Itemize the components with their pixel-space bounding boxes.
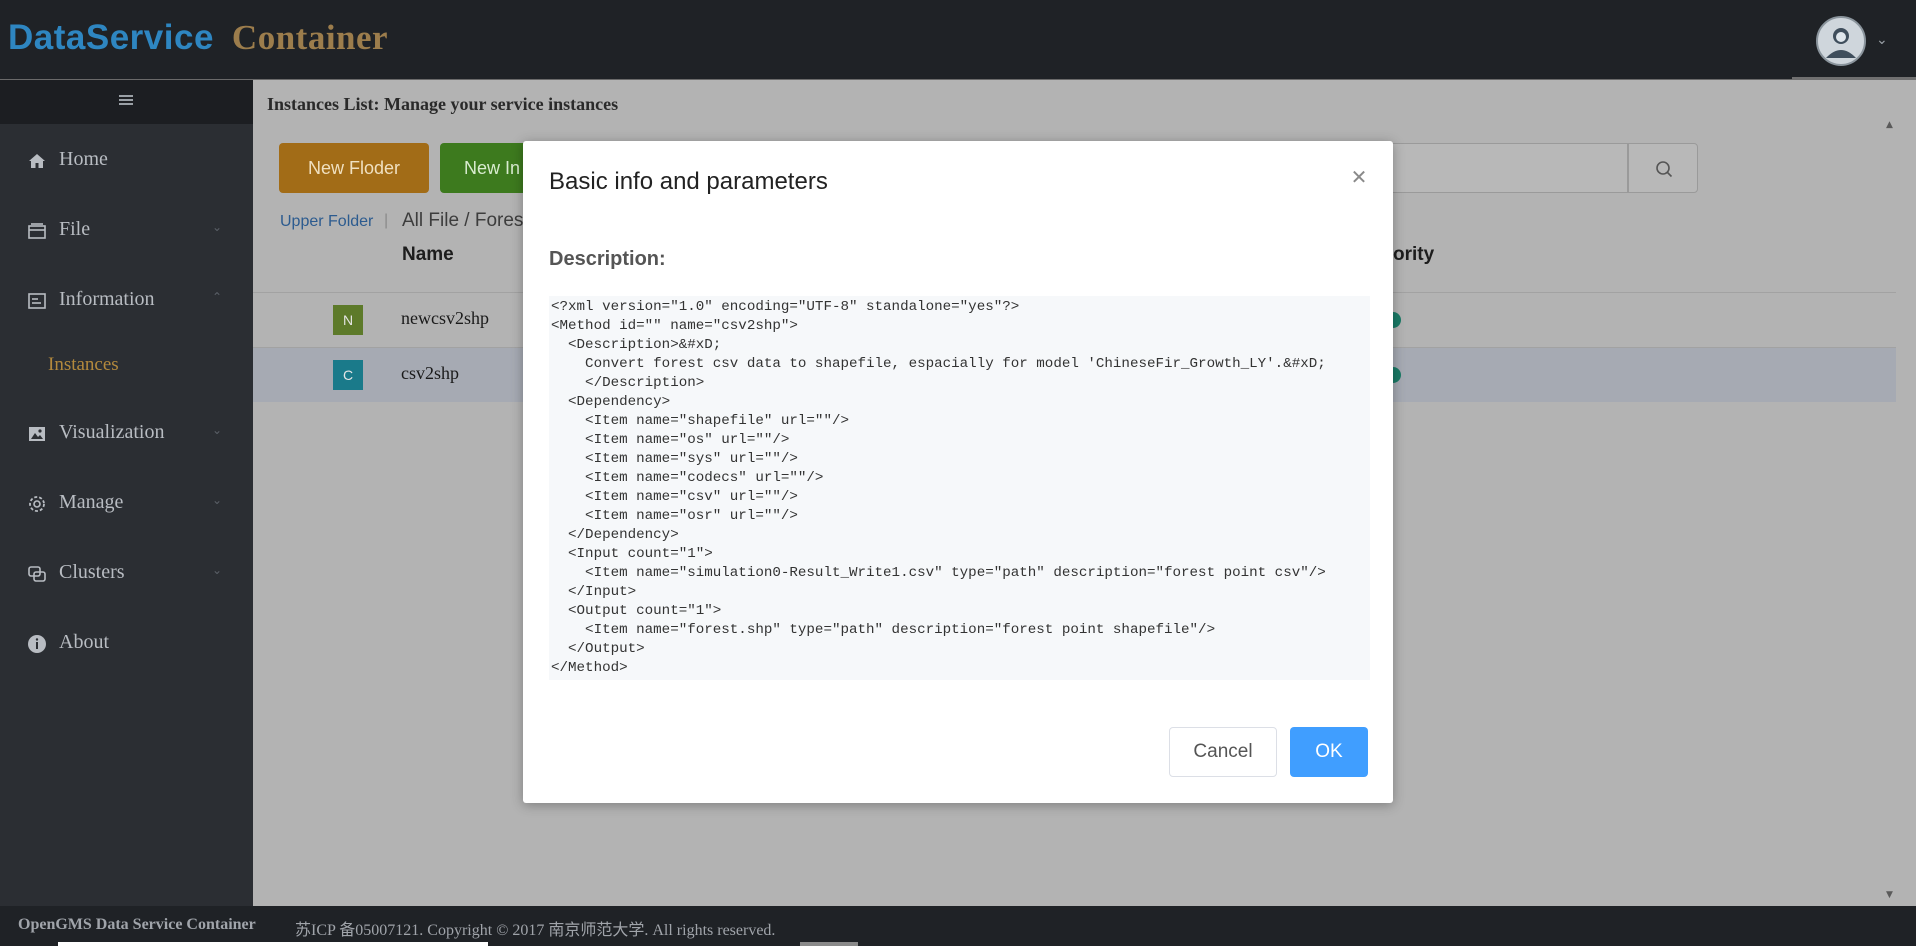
sidebar-item-home[interactable]: Home <box>0 136 253 186</box>
search-input[interactable] <box>1388 143 1628 193</box>
cancel-button[interactable]: Cancel <box>1169 727 1277 777</box>
chevron-down-icon[interactable]: ⌄ <box>1876 32 1888 48</box>
xml-code-text: <?xml version="1.0" encoding="UTF-8" sta… <box>551 299 1326 676</box>
chevron-down-icon: ⌄ <box>212 220 223 234</box>
column-header-name[interactable]: Name <box>402 244 454 266</box>
xml-code-block[interactable]: <?xml version="1.0" encoding="UTF-8" sta… <box>549 296 1370 680</box>
sidebar-item-information[interactable]: Information ⌃ <box>0 276 253 326</box>
breadcrumb-separator: | <box>384 212 389 229</box>
search-icon <box>1656 161 1673 178</box>
avatar[interactable] <box>1816 16 1866 66</box>
sidebar-item-label: About <box>59 631 109 653</box>
column-header-authority[interactable]: ority <box>1393 244 1434 266</box>
logo-container: Container <box>231 18 389 57</box>
footer-copyright: 苏ICP 备05007121. Copyright © 2017 南京师范大学.… <box>295 922 776 939</box>
page-title: Instances List: Manage your service inst… <box>267 94 619 114</box>
scroll-up-icon[interactable]: ▲ <box>1886 120 1893 130</box>
item-name[interactable]: newcsv2shp <box>401 308 489 329</box>
new-instance-button[interactable]: New In <box>440 143 530 193</box>
chevron-down-icon: ⌄ <box>212 493 223 507</box>
description-label: Description: <box>549 248 666 270</box>
sidebar-collapse-toggle[interactable] <box>0 80 253 124</box>
search-button[interactable] <box>1628 143 1698 193</box>
dialog-title: Basic info and parameters <box>549 168 828 195</box>
home-icon <box>29 154 45 168</box>
logo-dataservice: DataService <box>8 18 214 57</box>
app-logo[interactable]: DataService Container <box>8 18 388 58</box>
new-folder-button[interactable]: New Floder <box>279 143 429 193</box>
footer: OpenGMS Data Service Container 苏ICP 备050… <box>0 906 1916 946</box>
top-header: DataService Container ⌄ <box>0 0 1916 80</box>
gear-icon <box>29 496 45 512</box>
sidebar-item-label: Information <box>59 288 155 310</box>
item-name[interactable]: csv2shp <box>401 363 459 384</box>
sidebar-item-label: Visualization <box>59 421 165 443</box>
sidebar-item-label: File <box>59 218 91 240</box>
close-icon[interactable]: ✕ <box>1348 166 1370 188</box>
sidebar-item-about[interactable]: About <box>0 619 253 669</box>
horizontal-scrollbar[interactable] <box>58 942 488 946</box>
upper-folder-link[interactable]: Upper Folder <box>280 213 373 231</box>
chevron-down-icon: ⌄ <box>212 563 223 577</box>
sidebar-item-manage[interactable]: Manage ⌄ <box>0 479 253 529</box>
sidebar-item-label: Manage <box>59 491 124 513</box>
sidebar-item-visualization[interactable]: Visualization ⌄ <box>0 409 253 459</box>
chevron-down-icon: ⌄ <box>212 423 223 437</box>
clusters-icon <box>28 566 46 582</box>
image-icon <box>29 427 45 441</box>
sidebar-item-label: Clusters <box>59 561 125 583</box>
chevron-up-icon: ⌃ <box>212 290 223 304</box>
info-icon <box>28 635 46 653</box>
item-badge: C <box>333 360 363 390</box>
info-card-icon <box>28 293 46 309</box>
vertical-scrollbar[interactable]: ▲ ▼ <box>1883 120 1896 906</box>
sidebar-item-clusters[interactable]: Clusters ⌄ <box>0 549 253 599</box>
basic-info-dialog: Basic info and parameters ✕ Description:… <box>523 141 1393 803</box>
footer-brand: OpenGMS Data Service Container <box>18 916 256 933</box>
sidebar-subitem-instances[interactable]: Instances <box>48 354 119 376</box>
sidebar-item-file[interactable]: File ⌄ <box>0 206 253 256</box>
menu-icon <box>119 95 133 105</box>
breadcrumb: All File / Forest <box>402 210 529 231</box>
sidebar: Home File ⌄ Information ⌃ Instances Visu… <box>0 80 253 906</box>
user-avatar-icon <box>1826 28 1856 58</box>
ok-button[interactable]: OK <box>1290 727 1368 777</box>
item-badge: N <box>333 305 363 335</box>
folder-icon <box>28 223 46 239</box>
scroll-down-icon[interactable]: ▼ <box>1886 890 1893 900</box>
horizontal-scrollbar-thumb[interactable] <box>800 942 858 946</box>
sidebar-item-label: Home <box>59 148 108 170</box>
